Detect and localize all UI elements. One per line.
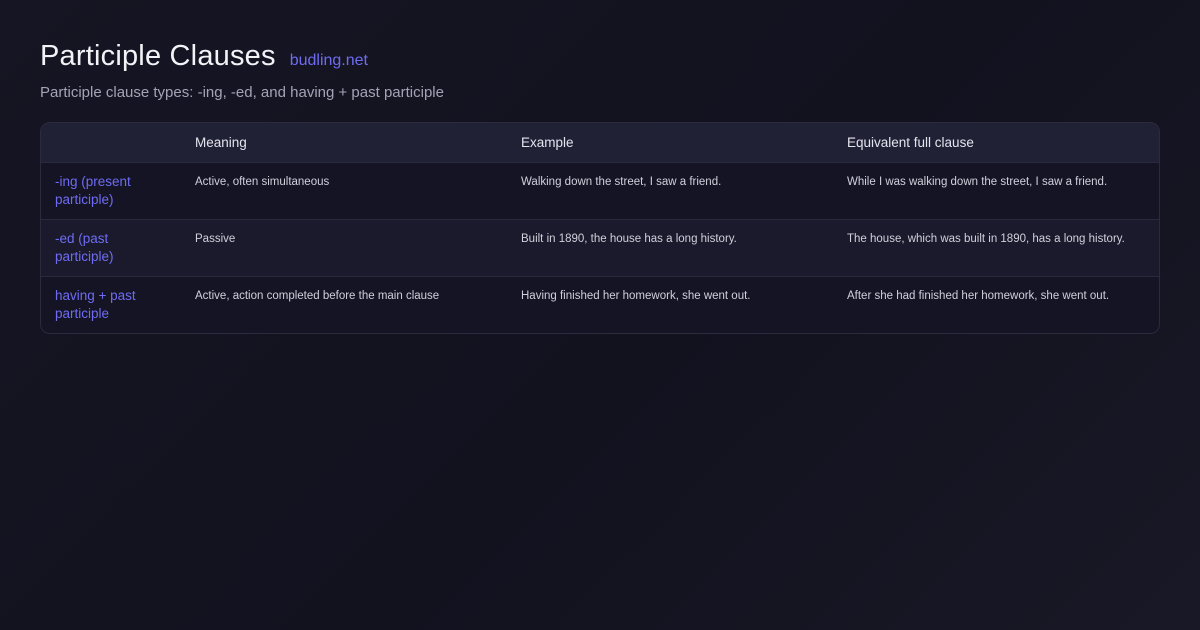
page-subtitle: Participle clause types: -ing, -ed, and … [40,84,444,101]
page-title: Participle Clauses [40,40,276,72]
table-row: -ing (present participle) Active, often … [41,162,1159,219]
table-row: -ed (past participle) Passive Built in 1… [41,219,1159,276]
participle-table: Meaning Example Equivalent full clause -… [41,123,1159,333]
equivalent-cell: The house, which was built in 1890, has … [847,232,1125,245]
meaning-cell: Active, often simultaneous [195,175,330,188]
column-header-equivalent: Equivalent full clause [847,134,974,150]
column-header-meaning: Meaning [195,134,247,150]
site-link[interactable]: budling.net [290,52,368,70]
header: Participle Clauses budling.net [40,40,1160,80]
equivalent-cell: After she had finished her homework, she… [847,289,1110,302]
example-cell: Built in 1890, the house has a long hist… [521,232,737,245]
example-cell: Having finished her homework, she went o… [521,289,751,302]
type-cell: -ed (past participle) [55,230,114,264]
type-cell: having + past participle [55,287,136,321]
example-cell: Walking down the street, I saw a friend. [521,175,722,188]
page: Participle Clauses budling.net Participl… [40,40,1160,334]
meaning-cell: Active, action completed before the main… [195,289,440,302]
equivalent-cell: While I was walking down the street, I s… [847,175,1108,188]
table-header-row: Meaning Example Equivalent full clause [41,123,1159,162]
table-row: having + past participle Active, action … [41,276,1159,333]
column-header-type [41,123,181,162]
meaning-cell: Passive [195,232,236,245]
type-cell: -ing (present participle) [55,173,131,207]
participle-table-container: Meaning Example Equivalent full clause -… [40,122,1160,334]
column-header-example: Example [521,134,574,150]
